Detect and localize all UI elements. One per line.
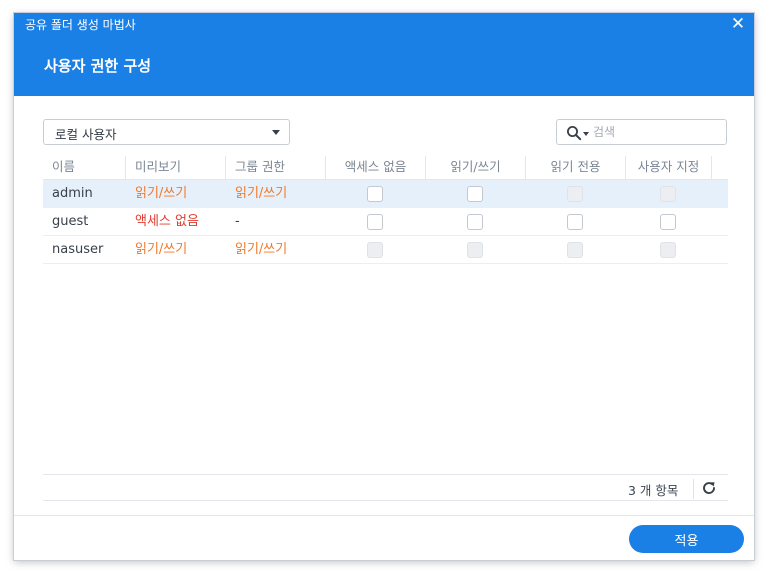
no-access-checkbox [367, 242, 383, 258]
permissions-grid: 이름 미리보기 그룹 권한 액세스 없음 읽기/쓰기 읽기 전용 사용자 지정 … [43, 153, 728, 264]
col-header-read-write[interactable]: 읽기/쓰기 [426, 153, 525, 180]
custom-checkbox[interactable] [660, 214, 676, 230]
no-access-checkbox[interactable] [367, 214, 383, 230]
chevron-down-icon [272, 130, 280, 135]
search-icon[interactable] [566, 125, 582, 141]
divider [43, 500, 728, 501]
group-permission: 읽기/쓰기 [235, 242, 288, 257]
read-write-checkbox[interactable] [467, 214, 483, 230]
read-only-checkbox [567, 242, 583, 258]
group-permission: - [235, 214, 240, 229]
preview-permission: 읽기/쓰기 [135, 186, 188, 201]
search-input[interactable] [593, 123, 721, 141]
divider [693, 479, 694, 499]
column-divider [225, 156, 226, 180]
no-access-checkbox[interactable] [367, 186, 383, 202]
wizard-title: 공유 폴더 생성 마법사 [25, 18, 136, 32]
col-header-no-access[interactable]: 액세스 없음 [326, 153, 425, 180]
read-write-checkbox [467, 242, 483, 258]
read-only-checkbox [567, 186, 583, 202]
preview-permission: 액세스 없음 [135, 214, 199, 229]
grid-header: 이름 미리보기 그룹 권한 액세스 없음 읽기/쓰기 읽기 전용 사용자 지정 [43, 153, 728, 180]
table-row[interactable]: guest 액세스 없음 - [43, 208, 728, 236]
wizard-window: 공유 폴더 생성 마법사 ✕ 사용자 권한 구성 로컬 사용자 이름 미리보기 … [14, 13, 754, 560]
table-row[interactable]: admin 읽기/쓰기 읽기/쓰기 [43, 180, 728, 208]
col-header-custom[interactable]: 사용자 지정 [626, 153, 711, 180]
column-divider [711, 156, 712, 180]
preview-permission: 읽기/쓰기 [135, 242, 188, 257]
close-icon[interactable]: ✕ [728, 14, 748, 34]
refresh-icon[interactable] [701, 480, 717, 496]
wizard-header: 공유 폴더 생성 마법사 ✕ 사용자 권한 구성 [14, 13, 754, 96]
search-field[interactable] [556, 119, 727, 145]
user-name: guest [52, 214, 89, 229]
apply-button[interactable]: 적용 [629, 525, 744, 553]
custom-checkbox [660, 242, 676, 258]
col-header-name[interactable]: 이름 [52, 153, 75, 180]
read-write-checkbox[interactable] [467, 186, 483, 202]
table-row[interactable]: nasuser 읽기/쓰기 읽기/쓰기 [43, 236, 728, 264]
user-type-select[interactable]: 로컬 사용자 [43, 119, 290, 145]
read-only-checkbox[interactable] [567, 214, 583, 230]
col-header-read-only[interactable]: 읽기 전용 [526, 153, 625, 180]
item-count: 3 개 항목 [628, 483, 679, 498]
user-type-select-value: 로컬 사용자 [55, 127, 117, 142]
user-name: nasuser [52, 242, 104, 257]
search-options-caret-icon[interactable] [583, 132, 589, 136]
divider [14, 515, 754, 516]
divider [43, 474, 728, 475]
step-title: 사용자 권한 구성 [44, 57, 152, 75]
col-header-group[interactable]: 그룹 권한 [235, 153, 285, 180]
group-permission: 읽기/쓰기 [235, 186, 288, 201]
column-divider [125, 156, 126, 180]
custom-checkbox [660, 186, 676, 202]
col-header-preview[interactable]: 미리보기 [135, 153, 181, 180]
user-name: admin [52, 186, 93, 201]
